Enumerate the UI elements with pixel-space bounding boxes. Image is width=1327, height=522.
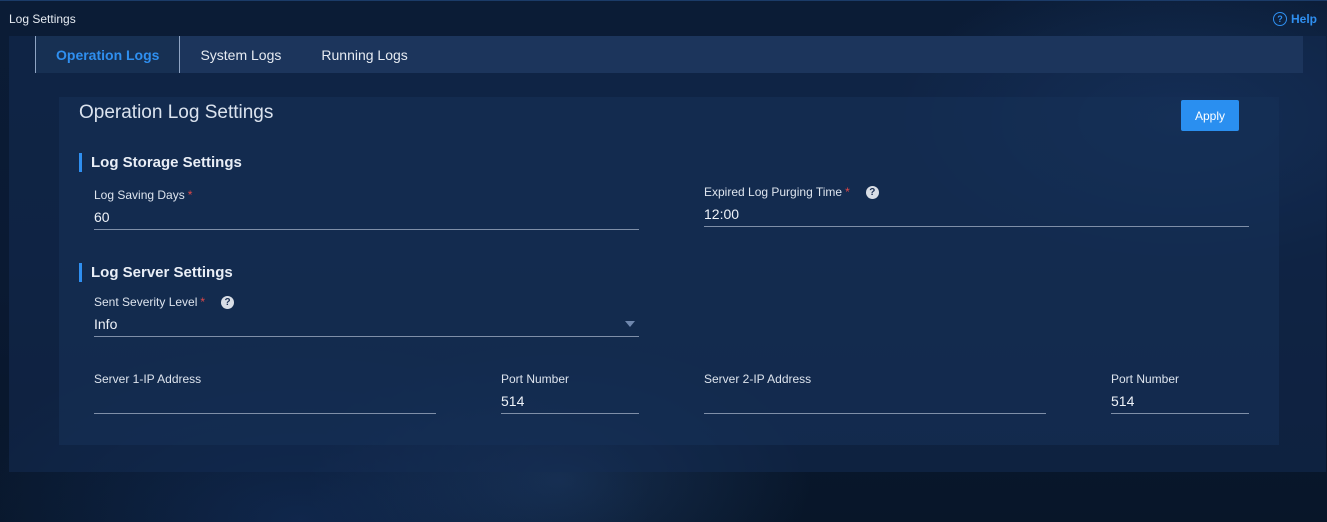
title-bar: Log Settings ? Help [0,0,1327,36]
severity-level-field: Sent Severity Level *? Info [94,295,639,337]
chevron-down-icon [625,321,635,327]
log-saving-days-label: Log Saving Days [94,188,185,202]
required-marker: * [187,188,193,202]
port2-input[interactable]: 514 [1111,390,1249,414]
help-icon[interactable]: ? [221,296,235,309]
severity-level-label: Sent Severity Level [94,295,198,309]
purging-time-label: Expired Log Purging Time [704,185,843,199]
log-storage-heading: Log Storage Settings [79,153,242,172]
server2-ip-label: Server 2-IP Address [704,372,812,386]
window-title: Log Settings [9,12,76,26]
port2-label: Port Number [1111,372,1180,386]
log-saving-days-field: Log Saving Days * 60 [94,188,639,230]
severity-level-select[interactable]: Info [94,313,639,337]
port1-label: Port Number [501,372,570,386]
help-label: Help [1290,12,1317,26]
tab-bar: Operation Logs System Logs Running Logs [35,36,1303,73]
page-title: Operation Log Settings [79,102,274,123]
help-icon[interactable]: ? [865,186,879,199]
tab-system-logs[interactable]: System Logs [180,36,301,73]
apply-button[interactable]: Apply [1181,100,1239,131]
purging-time-input[interactable]: 12:00 [704,203,1249,227]
server1-ip-label: Server 1-IP Address [94,372,202,386]
port2-field: Port Number 514 [1111,372,1249,414]
tab-operation-logs[interactable]: Operation Logs [35,36,181,73]
log-server-heading: Log Server Settings [79,263,233,282]
required-marker: * [200,295,206,309]
purging-time-field: Expired Log Purging Time *? 12:00 [704,185,1249,227]
log-saving-days-input[interactable]: 60 [94,206,639,230]
operation-log-settings-card: Operation Log Settings Apply Log Storage… [59,97,1279,445]
server1-ip-input[interactable] [94,390,436,414]
server1-ip-field: Server 1-IP Address [94,372,436,414]
port1-input[interactable]: 514 [501,390,639,414]
settings-panel: Operation Logs System Logs Running Logs … [9,36,1326,472]
port1-field: Port Number 514 [501,372,639,414]
question-circle-icon: ? [1272,12,1287,26]
severity-level-value: Info [94,316,118,332]
help-link[interactable]: ? Help [1272,12,1317,26]
tab-running-logs[interactable]: Running Logs [301,36,427,73]
server2-ip-field: Server 2-IP Address [704,372,1046,414]
server2-ip-input[interactable] [704,390,1046,414]
required-marker: * [845,185,850,199]
